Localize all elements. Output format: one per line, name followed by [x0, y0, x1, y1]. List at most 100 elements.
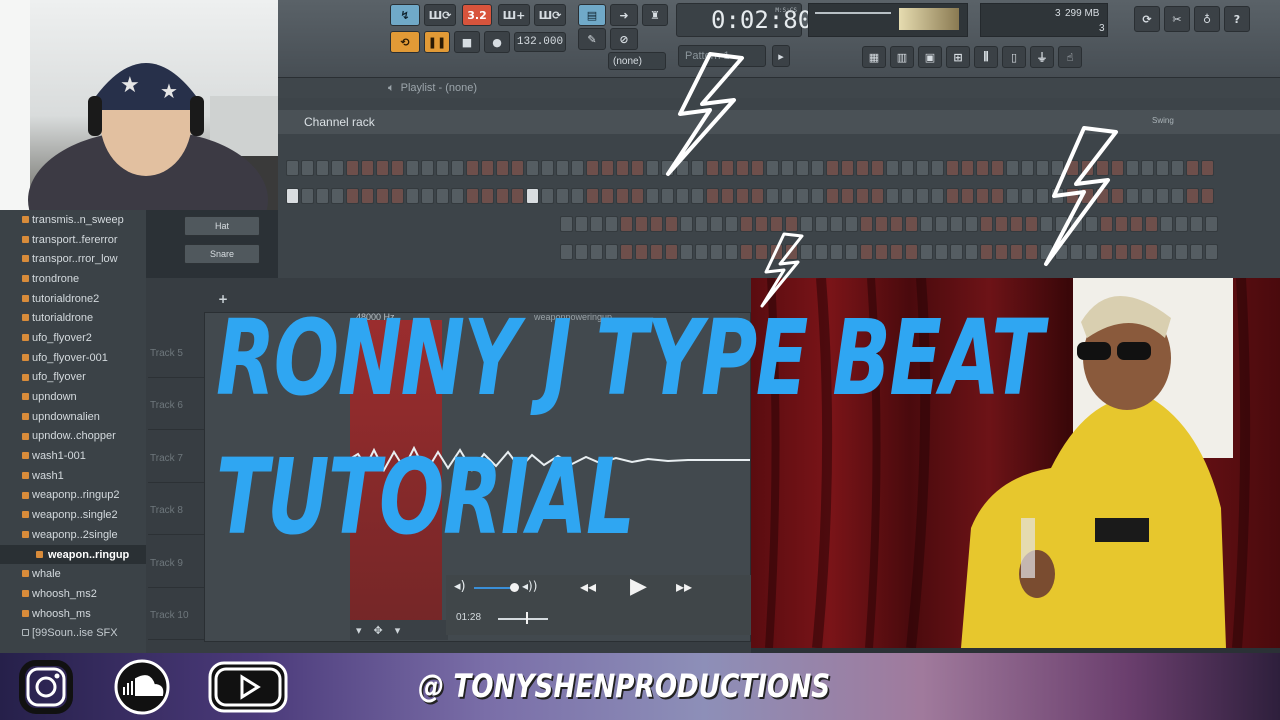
- step-button[interactable]: [616, 188, 629, 204]
- step-button[interactable]: [391, 160, 404, 176]
- step-button[interactable]: [991, 188, 1004, 204]
- step-button[interactable]: [436, 188, 449, 204]
- step-button[interactable]: [890, 216, 903, 232]
- step-button[interactable]: [695, 216, 708, 232]
- track-label[interactable]: Track 8: [148, 487, 206, 535]
- step-button[interactable]: [286, 188, 299, 204]
- step-button[interactable]: [856, 188, 869, 204]
- step-button[interactable]: [331, 188, 344, 204]
- step-button[interactable]: [1130, 244, 1143, 260]
- track-label[interactable]: Track 10: [148, 592, 206, 640]
- step-button[interactable]: [886, 188, 899, 204]
- step-button[interactable]: [1190, 216, 1203, 232]
- step-button[interactable]: [391, 188, 404, 204]
- pattern-mode-button[interactable]: ⟲: [390, 31, 420, 53]
- step-button[interactable]: [830, 216, 843, 232]
- step-button[interactable]: [995, 216, 1008, 232]
- step-button[interactable]: [920, 216, 933, 232]
- step-button[interactable]: [676, 188, 689, 204]
- step-button[interactable]: [301, 160, 314, 176]
- step-button[interactable]: [301, 188, 314, 204]
- step-button[interactable]: [1171, 188, 1184, 204]
- step-button[interactable]: [916, 188, 929, 204]
- step-button[interactable]: [721, 188, 734, 204]
- step-button[interactable]: [376, 160, 389, 176]
- volume-knob[interactable]: [510, 583, 519, 592]
- browser-item[interactable]: ufo_flyover2: [0, 328, 146, 348]
- browser-icon[interactable]: ⊞: [946, 46, 970, 68]
- step-button[interactable]: [856, 160, 869, 176]
- browser-item[interactable]: trondrone: [0, 269, 146, 289]
- step-button[interactable]: [980, 216, 993, 232]
- step-button[interactable]: [815, 216, 828, 232]
- step-button[interactable]: [785, 216, 798, 232]
- step-button[interactable]: [605, 244, 618, 260]
- step-button[interactable]: [1130, 216, 1143, 232]
- step-button[interactable]: [695, 244, 708, 260]
- arrow-right-icon[interactable]: ➜: [610, 4, 638, 26]
- loop-record-button[interactable]: Ш⟳: [534, 4, 566, 26]
- step-button[interactable]: [905, 244, 918, 260]
- browser-item[interactable]: tutorialdrone2: [0, 289, 146, 309]
- step-button[interactable]: [916, 160, 929, 176]
- step-button[interactable]: [316, 188, 329, 204]
- step-button[interactable]: [541, 188, 554, 204]
- step-button[interactable]: [860, 244, 873, 260]
- step-button[interactable]: [1156, 160, 1169, 176]
- volume-slider[interactable]: [474, 587, 514, 589]
- step-button[interactable]: [650, 216, 663, 232]
- step-button[interactable]: [755, 216, 768, 232]
- step-button[interactable]: [890, 244, 903, 260]
- step-button[interactable]: [661, 188, 674, 204]
- step-button[interactable]: [961, 188, 974, 204]
- step-button[interactable]: [1141, 188, 1154, 204]
- step-button[interactable]: [1175, 244, 1188, 260]
- step-button[interactable]: [571, 160, 584, 176]
- play-icon[interactable]: ▶: [630, 574, 647, 599]
- step-button[interactable]: [845, 244, 858, 260]
- step-button[interactable]: [481, 160, 494, 176]
- step-button[interactable]: [646, 160, 659, 176]
- step-button[interactable]: [511, 160, 524, 176]
- step-button[interactable]: [665, 216, 678, 232]
- step-button[interactable]: [1006, 188, 1019, 204]
- step-button[interactable]: [1021, 188, 1034, 204]
- step-button[interactable]: [571, 188, 584, 204]
- browser-item[interactable]: weaponp..2single: [0, 525, 146, 545]
- playlist-window-icon[interactable]: ▦: [862, 46, 886, 68]
- step-button[interactable]: [1171, 160, 1184, 176]
- step-button[interactable]: [631, 188, 644, 204]
- step-button[interactable]: [860, 216, 873, 232]
- step-button[interactable]: [931, 188, 944, 204]
- step-button[interactable]: [976, 160, 989, 176]
- playlist-title-bar[interactable]: 🔈︎ Playlist - (none): [278, 78, 1280, 98]
- step-button[interactable]: [1175, 216, 1188, 232]
- pattern-song-toggle[interactable]: ↯: [390, 4, 420, 26]
- step-button[interactable]: [635, 216, 648, 232]
- channel-rack-icon[interactable]: ▣: [918, 46, 942, 68]
- step-button[interactable]: [811, 188, 824, 204]
- step-button[interactable]: [421, 188, 434, 204]
- step-button[interactable]: [950, 244, 963, 260]
- step-button[interactable]: [901, 188, 914, 204]
- step-button[interactable]: [1025, 216, 1038, 232]
- microphone-icon[interactable]: ♁: [1194, 6, 1220, 32]
- pause-button[interactable]: ❚❚: [424, 31, 450, 53]
- step-button[interactable]: [811, 160, 824, 176]
- step-button[interactable]: [946, 160, 959, 176]
- step-button[interactable]: [826, 160, 839, 176]
- step-button[interactable]: [1190, 244, 1203, 260]
- move-icon[interactable]: ✥: [374, 624, 383, 637]
- plugin-icon[interactable]: ⏚: [1030, 46, 1054, 68]
- step-button[interactable]: [1021, 160, 1034, 176]
- step-button[interactable]: [796, 160, 809, 176]
- step-button[interactable]: [436, 160, 449, 176]
- step-button[interactable]: [665, 244, 678, 260]
- step-button[interactable]: [935, 216, 948, 232]
- step-button[interactable]: [1205, 244, 1218, 260]
- step-button[interactable]: [526, 188, 539, 204]
- step-button[interactable]: [541, 160, 554, 176]
- step-button[interactable]: [826, 188, 839, 204]
- step-button[interactable]: [830, 244, 843, 260]
- browser-item[interactable]: upndow..chopper: [0, 427, 146, 447]
